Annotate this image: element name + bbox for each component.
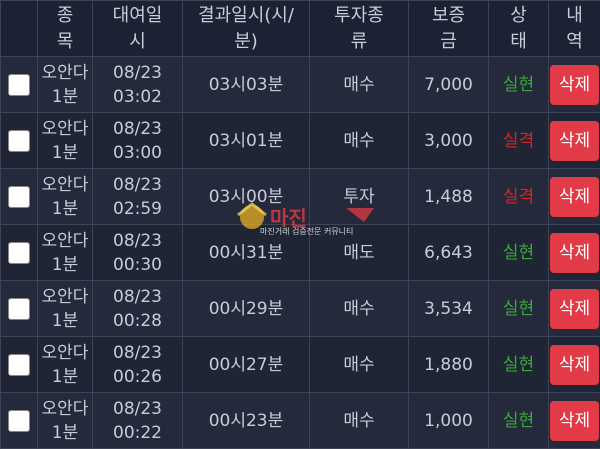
header-status: 상 태 (489, 1, 549, 57)
row-delete-cell: 삭제 (549, 393, 600, 449)
row-rent-time: 08/23 03:00 (93, 113, 183, 169)
delete-button[interactable]: 삭제 (550, 345, 599, 385)
row-deposit: 1,880 (409, 337, 489, 393)
row-deposit: 1,000 (409, 393, 489, 449)
row-result-time: 03시01분 (183, 113, 310, 169)
row-checkbox[interactable] (1, 169, 38, 225)
header-type: 투자종 류 (310, 1, 409, 57)
row-delete-cell: 삭제 (549, 281, 600, 337)
row-checkbox-input[interactable] (8, 74, 30, 96)
row-status: 실격 (489, 169, 549, 225)
table-row: 오안다 1분08/23 00:2200시23분매수1,000실현삭제 (1, 393, 600, 449)
header-rent-time: 대여일 시 (93, 1, 183, 57)
row-item: 오안다 1분 (38, 225, 93, 281)
table-row: 오안다 1분08/23 00:2600시27분매수1,880실현삭제 (1, 337, 600, 393)
row-delete-cell: 삭제 (549, 225, 600, 281)
row-type: 매도 (310, 225, 409, 281)
row-checkbox-input[interactable] (8, 186, 30, 208)
row-status: 실현 (489, 281, 549, 337)
row-checkbox-input[interactable] (8, 130, 30, 152)
row-type: 매수 (310, 337, 409, 393)
row-checkbox-input[interactable] (8, 354, 30, 376)
row-status: 실현 (489, 57, 549, 113)
table-row: 오안다 1분08/23 03:0203시03분매수7,000실현삭제 (1, 57, 600, 113)
row-item: 오안다 1분 (38, 281, 93, 337)
row-deposit: 7,000 (409, 57, 489, 113)
row-deposit: 6,643 (409, 225, 489, 281)
row-checkbox[interactable] (1, 281, 38, 337)
header-result-time: 결과일시(시/ 분) (183, 1, 310, 57)
row-item: 오안다 1분 (38, 169, 93, 225)
row-rent-time: 08/23 00:30 (93, 225, 183, 281)
row-item: 오안다 1분 (38, 57, 93, 113)
delete-button[interactable]: 삭제 (550, 65, 599, 105)
row-checkbox-input[interactable] (8, 298, 30, 320)
row-checkbox-input[interactable] (8, 410, 30, 432)
row-deposit: 1,488 (409, 169, 489, 225)
row-type: 매수 (310, 393, 409, 449)
row-result-time: 03시00분 (183, 169, 310, 225)
row-delete-cell: 삭제 (549, 57, 600, 113)
row-checkbox[interactable] (1, 393, 38, 449)
table-row: 오안다 1분08/23 00:2800시29분매수3,534실현삭제 (1, 281, 600, 337)
header-checkbox-col (1, 1, 38, 57)
row-type: 매수 (310, 281, 409, 337)
row-checkbox[interactable] (1, 225, 38, 281)
delete-button[interactable]: 삭제 (550, 233, 599, 273)
row-delete-cell: 삭제 (549, 113, 600, 169)
row-status: 실현 (489, 393, 549, 449)
row-result-time: 00시27분 (183, 337, 310, 393)
row-deposit: 3,534 (409, 281, 489, 337)
header-item: 종 목 (38, 1, 93, 57)
row-item: 오안다 1분 (38, 337, 93, 393)
row-delete-cell: 삭제 (549, 337, 600, 393)
header-detail: 내 역 (549, 1, 600, 57)
row-type: 매수 (310, 57, 409, 113)
row-item: 오안다 1분 (38, 113, 93, 169)
row-result-time: 03시03분 (183, 57, 310, 113)
row-deposit: 3,000 (409, 113, 489, 169)
row-result-time: 00시31분 (183, 225, 310, 281)
row-checkbox[interactable] (1, 113, 38, 169)
delete-button[interactable]: 삭제 (550, 289, 599, 329)
row-checkbox[interactable] (1, 337, 38, 393)
row-result-time: 00시23분 (183, 393, 310, 449)
row-status: 실현 (489, 225, 549, 281)
trade-history-table: 종 목 대여일 시 결과일시(시/ 분) 투자종 류 보증 금 상 태 내 역 … (0, 0, 600, 449)
table-header-row: 종 목 대여일 시 결과일시(시/ 분) 투자종 류 보증 금 상 태 내 역 (1, 1, 600, 57)
row-status: 실격 (489, 113, 549, 169)
row-rent-time: 08/23 00:22 (93, 393, 183, 449)
row-rent-time: 08/23 02:59 (93, 169, 183, 225)
table-row: 오안다 1분08/23 02:5903시00분투자1,488실격삭제 (1, 169, 600, 225)
row-type: 투자 (310, 169, 409, 225)
row-status: 실현 (489, 337, 549, 393)
row-rent-time: 08/23 00:26 (93, 337, 183, 393)
header-deposit: 보증 금 (409, 1, 489, 57)
row-item: 오안다 1분 (38, 393, 93, 449)
delete-button[interactable]: 삭제 (550, 177, 599, 217)
row-delete-cell: 삭제 (549, 169, 600, 225)
row-type: 매수 (310, 113, 409, 169)
row-rent-time: 08/23 00:28 (93, 281, 183, 337)
row-checkbox-input[interactable] (8, 242, 30, 264)
row-checkbox[interactable] (1, 57, 38, 113)
table-row: 오안다 1분08/23 00:3000시31분매도6,643실현삭제 (1, 225, 600, 281)
table-row: 오안다 1분08/23 03:0003시01분매수3,000실격삭제 (1, 113, 600, 169)
row-rent-time: 08/23 03:02 (93, 57, 183, 113)
delete-button[interactable]: 삭제 (550, 121, 599, 161)
row-result-time: 00시29분 (183, 281, 310, 337)
delete-button[interactable]: 삭제 (550, 401, 599, 441)
